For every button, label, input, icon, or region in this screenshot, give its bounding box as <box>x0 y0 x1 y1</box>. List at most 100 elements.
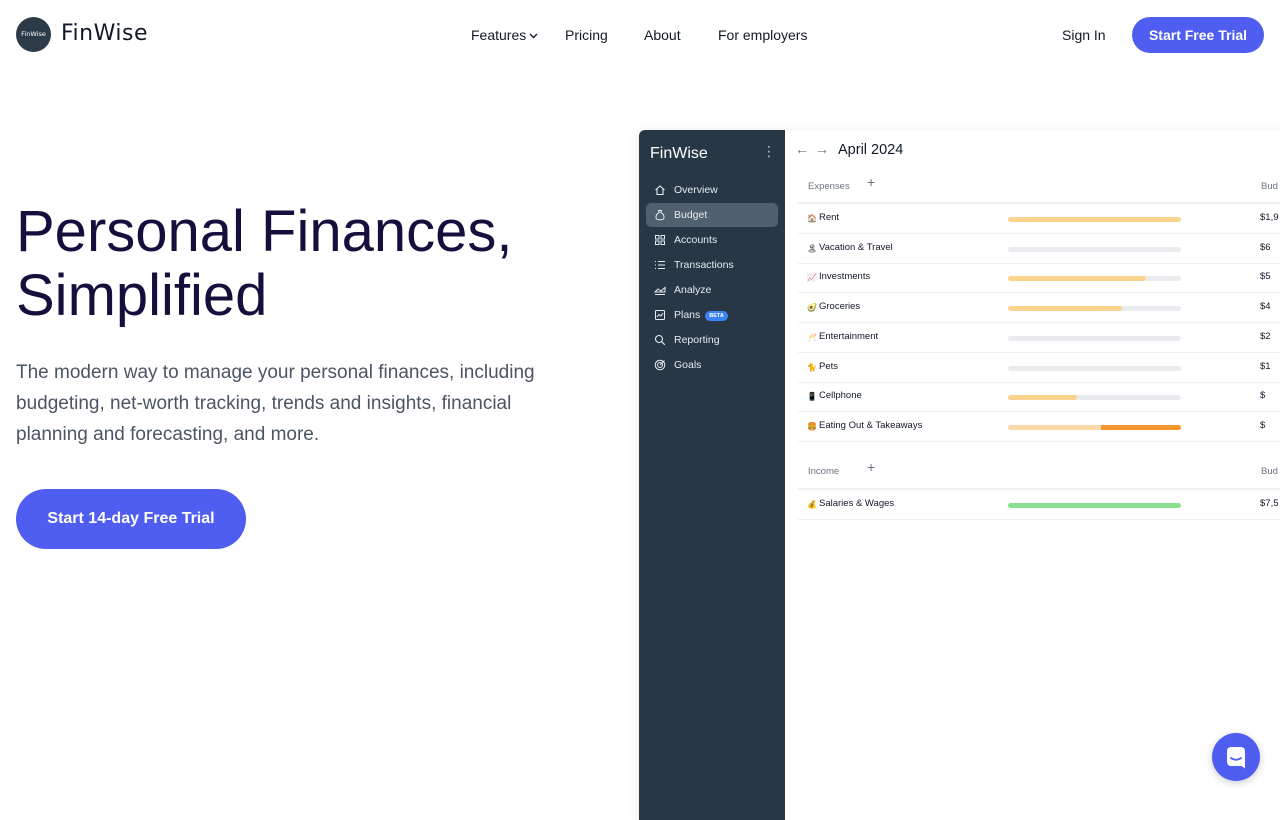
start-free-trial-button[interactable]: Start Free Trial <box>1132 17 1264 53</box>
chat-launcher-button[interactable] <box>1212 733 1260 781</box>
search-report-icon <box>654 334 666 346</box>
progress-fill <box>1008 276 1147 282</box>
budget-row[interactable]: 💰 Salaries & Wages $7,5 <box>798 490 1280 520</box>
budget-progress-bar <box>1008 365 1181 371</box>
budget-progress-bar <box>1008 306 1181 312</box>
category-emoji: 🥂 <box>807 332 817 342</box>
budget-column-header: Bud <box>1261 181 1278 192</box>
logo-text[interactable]: FinWise <box>61 21 148 46</box>
sidebar-item-budget[interactable]: Budget <box>646 203 778 227</box>
budget-amount: $6 <box>1260 241 1271 253</box>
nav-pricing[interactable]: Pricing <box>565 27 608 43</box>
chevron-down-icon <box>529 33 538 39</box>
budget-amount: $5 <box>1260 271 1271 283</box>
budget-progress-bar <box>1008 335 1181 341</box>
sign-in-link[interactable]: Sign In <box>1062 27 1106 43</box>
budget-panel: ← → April 2024 Expenses + Bud 🏠 Rent $1,9 🏝… <box>785 130 1280 820</box>
category-name: Groceries <box>819 301 861 313</box>
sidebar-item-goals[interactable]: Goals <box>646 353 778 377</box>
sidebar-item-analyze[interactable]: Analyze <box>646 278 778 302</box>
budget-row[interactable]: 📈 Investments $5 <box>798 263 1280 294</box>
category-name: Entertainment <box>819 330 879 342</box>
sidebar-item-transactions[interactable]: Transactions <box>646 253 778 277</box>
sidebar-item-label: Goals <box>674 359 702 371</box>
progress-fill <box>1008 217 1181 222</box>
app-preview: FinWise ⋮ Overview Budget Accounts Trans… <box>639 130 1280 820</box>
sidebar-item-overview[interactable]: Overview <box>646 178 778 202</box>
nav-features-label: Features <box>471 27 527 43</box>
category-name: Pets <box>819 360 839 372</box>
budget-row[interactable]: 🥑 Groceries $4 <box>798 293 1280 324</box>
budget-amount: $7,5 <box>1260 498 1279 509</box>
chat-icon <box>1227 747 1245 769</box>
money-bag-icon <box>655 210 665 221</box>
sidebar-item-label: Overview <box>674 184 718 196</box>
sidebar-item-label: Accounts <box>674 234 718 246</box>
income-heading: Income <box>808 466 840 477</box>
budget-row[interactable]: 🐈 Pets $1 <box>798 353 1280 383</box>
progress-fill <box>1008 503 1181 508</box>
sidebar-item-label: Reporting <box>674 334 720 346</box>
sidebar-item-label: Transactions <box>674 259 734 271</box>
add-expense-icon[interactable]: + <box>867 174 875 190</box>
category-name: Rent <box>819 212 840 223</box>
budget-row[interactable]: 🍔 Eating Out & Takeaways $ <box>798 412 1280 442</box>
app-sidebar: FinWise ⋮ Overview Budget Accounts Trans… <box>639 130 785 820</box>
sidebar-item-label: Plans <box>674 309 701 321</box>
category-emoji: 🏠 <box>807 214 817 223</box>
sidebar-item-plans[interactable]: Plans BETA <box>646 303 778 327</box>
sidebar-item-label: Analyze <box>674 284 712 296</box>
progress-fill <box>1008 395 1078 401</box>
category-emoji: 🍔 <box>807 421 817 431</box>
area-chart-icon <box>654 286 666 295</box>
row-divider <box>798 519 1280 520</box>
sidebar-item-accounts[interactable]: Accounts <box>646 228 778 252</box>
hero-title-line1: Personal Finances, <box>16 199 513 264</box>
site-header: FinWise FinWise Features Pricing About F… <box>0 0 1280 70</box>
category-emoji: 🏝 <box>807 243 818 253</box>
more-vertical-icon[interactable]: ⋮ <box>762 143 776 160</box>
month-title: April 2024 <box>838 142 904 158</box>
category-emoji: 📈 <box>807 273 817 283</box>
hero-subtitle: The modern way to manage your personal f… <box>16 362 535 445</box>
line-chart-icon <box>655 310 665 320</box>
category-emoji: 📱 <box>807 392 817 402</box>
budget-row[interactable]: 🏠 Rent $1,9 <box>798 204 1280 234</box>
app-brand: FinWise <box>650 145 708 162</box>
list-icon <box>655 260 665 270</box>
budget-amount: $4 <box>1260 301 1271 313</box>
category-emoji: 🐈 <box>807 362 817 372</box>
nav-about[interactable]: About <box>644 27 681 43</box>
start-14-day-trial-button[interactable]: Start 14-day Free Trial <box>16 489 246 549</box>
nav-features[interactable]: Features <box>471 27 538 43</box>
logo-badge[interactable]: FinWise <box>16 17 51 52</box>
grid-icon <box>655 235 665 245</box>
arrow-right-icon[interactable]: → <box>815 141 829 157</box>
budget-amount: $2 <box>1260 330 1271 342</box>
sidebar-item-label: Plans BETA <box>674 303 728 327</box>
budget-progress-bar <box>1008 276 1181 282</box>
category-emoji: 🥑 <box>807 303 817 313</box>
beta-badge: BETA <box>705 311 728 321</box>
budget-column-header: Bud <box>1261 466 1278 477</box>
target-icon <box>654 359 666 371</box>
hero-title: Personal Finances, Simplified <box>16 200 576 328</box>
category-name: Salaries & Wages <box>819 498 895 509</box>
home-icon <box>655 185 665 196</box>
budget-amount: $ <box>1260 390 1266 402</box>
budget-amount: $1 <box>1260 360 1271 372</box>
add-income-icon[interactable]: + <box>867 459 875 475</box>
budget-amount: $ <box>1260 419 1266 431</box>
sidebar-item-label: Budget <box>674 209 708 221</box>
budget-row[interactable]: 🏝 Vacation & Travel $6 <box>798 234 1280 264</box>
progress-fill <box>1008 306 1123 312</box>
row-divider <box>798 440 1280 442</box>
category-name: Investments <box>819 271 871 283</box>
budget-amount: $1,9 <box>1260 212 1279 223</box>
sidebar-item-reporting[interactable]: Reporting <box>646 328 778 352</box>
category-emoji: 💰 <box>807 500 817 509</box>
arrow-left-icon[interactable]: ← <box>795 141 809 157</box>
budget-row[interactable]: 🥂 Entertainment $2 <box>798 323 1280 353</box>
nav-for-employers[interactable]: For employers <box>718 27 807 43</box>
budget-row[interactable]: 📱 Cellphone $ <box>798 382 1280 413</box>
